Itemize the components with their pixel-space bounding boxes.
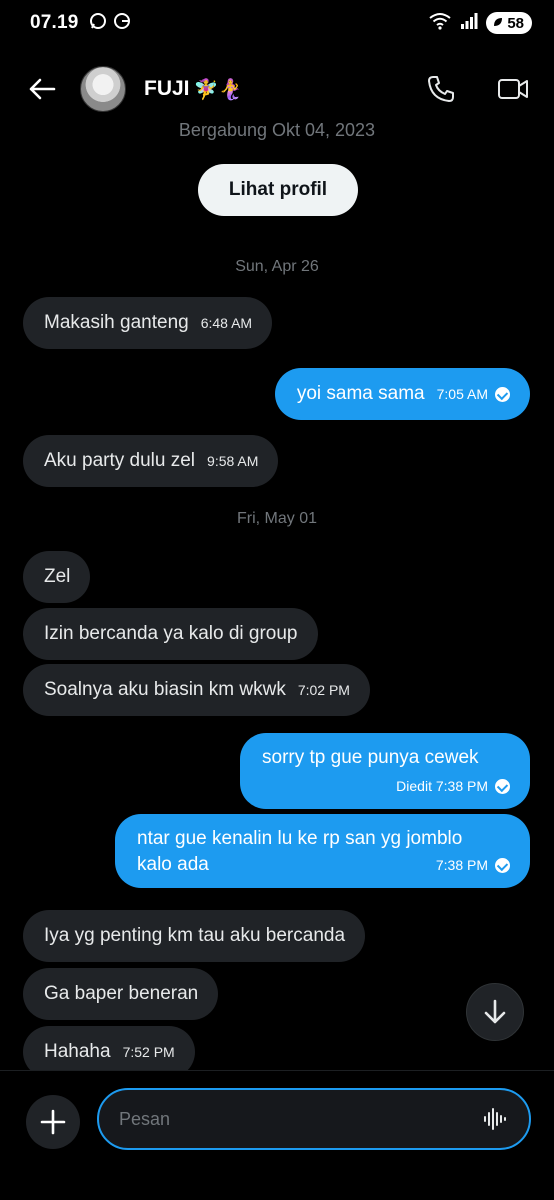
message-time: 7:52 PM bbox=[122, 1044, 175, 1060]
sent-check-icon bbox=[495, 857, 510, 873]
arrow-down-icon bbox=[484, 999, 506, 1024]
chat-bubble-icon bbox=[89, 12, 107, 35]
message-received[interactable]: Soalnya aku biasin km wkwk 7:02 PM bbox=[23, 664, 370, 716]
message-input-container[interactable] bbox=[97, 1088, 531, 1150]
message-text: sorry tp gue punya cewek bbox=[262, 747, 479, 768]
audio-waveform-icon bbox=[484, 1108, 506, 1130]
message-text: Makasih ganteng bbox=[44, 312, 189, 333]
gesture-bar bbox=[0, 1166, 554, 1200]
chat-header: FUJI 🧚‍♀️🧜‍♀️ bbox=[0, 56, 554, 122]
message-sent[interactable]: yoi sama sama 7:05 AM bbox=[274, 368, 530, 420]
date-separator: Fri, May 01 bbox=[236, 510, 317, 527]
message-received[interactable]: Ga baper beneran bbox=[23, 968, 219, 1020]
message-sent[interactable]: ntar gue kenalin lu ke rp san yg jomblo … bbox=[115, 814, 530, 888]
voice-call-button[interactable] bbox=[424, 72, 458, 106]
message-text: Aku party dulu zel bbox=[44, 450, 196, 471]
add-attachment-button[interactable] bbox=[26, 1095, 80, 1149]
message-text: Izin bercanda ya kalo di group bbox=[44, 623, 298, 644]
message-sent[interactable]: sorry tp gue punya cewek Diedit 7:38 PM bbox=[240, 733, 530, 809]
message-received[interactable]: Aku party dulu zel 9:58 AM bbox=[23, 435, 279, 487]
message-text: Soalnya aku biasin km wkwk bbox=[44, 679, 286, 700]
contact-name[interactable]: FUJI 🧚‍♀️🧜‍♀️ bbox=[144, 77, 243, 102]
message-time: 7:38 PM bbox=[435, 857, 488, 873]
signal-icon bbox=[460, 12, 478, 34]
message-text-line: ntar gue kenalin lu ke rp san yg jomblo bbox=[137, 828, 463, 849]
sent-check-icon bbox=[495, 778, 510, 794]
status-bar: 07.19 58 bbox=[0, 0, 554, 46]
video-camera-icon bbox=[498, 79, 528, 99]
back-arrow-icon bbox=[29, 78, 56, 100]
message-text: Hahaha bbox=[44, 1041, 111, 1062]
message-text: yoi sama sama bbox=[296, 383, 425, 404]
battery-level: 58 bbox=[507, 14, 524, 32]
message-time: Diedit 7:38 PM bbox=[396, 778, 488, 794]
joined-date-text: Bergabung Okt 04, 2023 bbox=[178, 122, 376, 140]
contact-name-text: FUJI bbox=[144, 77, 190, 100]
message-composer bbox=[0, 1070, 554, 1166]
message-text: Ga baper beneran bbox=[44, 983, 199, 1004]
message-text: Zel bbox=[44, 566, 71, 587]
plus-icon bbox=[40, 1109, 66, 1135]
message-time: 6:48 AM bbox=[200, 315, 253, 331]
back-button[interactable] bbox=[26, 73, 58, 105]
video-call-button[interactable] bbox=[496, 72, 530, 106]
voice-message-button[interactable] bbox=[481, 1105, 509, 1133]
message-text: Iya yg penting km tau aku bercanda bbox=[44, 925, 346, 946]
status-time: 07.19 bbox=[30, 12, 79, 33]
message-time: 7:02 PM bbox=[297, 682, 350, 698]
battery-saver-icon bbox=[492, 15, 504, 32]
view-profile-button[interactable]: Lihat profil bbox=[198, 164, 358, 216]
message-time: 7:05 AM bbox=[436, 386, 488, 402]
sent-check-icon bbox=[495, 386, 510, 402]
wifi-icon bbox=[428, 12, 452, 35]
avatar[interactable] bbox=[80, 66, 126, 112]
battery-indicator: 58 bbox=[486, 12, 532, 34]
message-text-line: kalo ada bbox=[137, 854, 209, 875]
g-logo-icon bbox=[113, 12, 131, 35]
contact-name-emojis: 🧚‍♀️🧜‍♀️ bbox=[193, 78, 244, 101]
chat-area[interactable]: Bergabung Okt 04, 2023 Lihat profil Sun,… bbox=[0, 122, 554, 1070]
message-received[interactable]: Hahaha 7:52 PM bbox=[23, 1026, 195, 1070]
message-received[interactable]: Makasih ganteng 6:48 AM bbox=[23, 297, 273, 349]
phone-icon bbox=[428, 76, 454, 102]
message-input[interactable] bbox=[119, 1108, 481, 1130]
message-received[interactable]: Izin bercanda ya kalo di group bbox=[23, 608, 318, 660]
message-received[interactable]: Iya yg penting km tau aku bercanda bbox=[23, 910, 366, 962]
date-separator: Sun, Apr 26 bbox=[235, 258, 319, 275]
scroll-to-bottom-button[interactable] bbox=[466, 983, 524, 1041]
message-time: 9:58 AM bbox=[207, 453, 259, 469]
message-received[interactable]: Zel bbox=[23, 551, 91, 603]
